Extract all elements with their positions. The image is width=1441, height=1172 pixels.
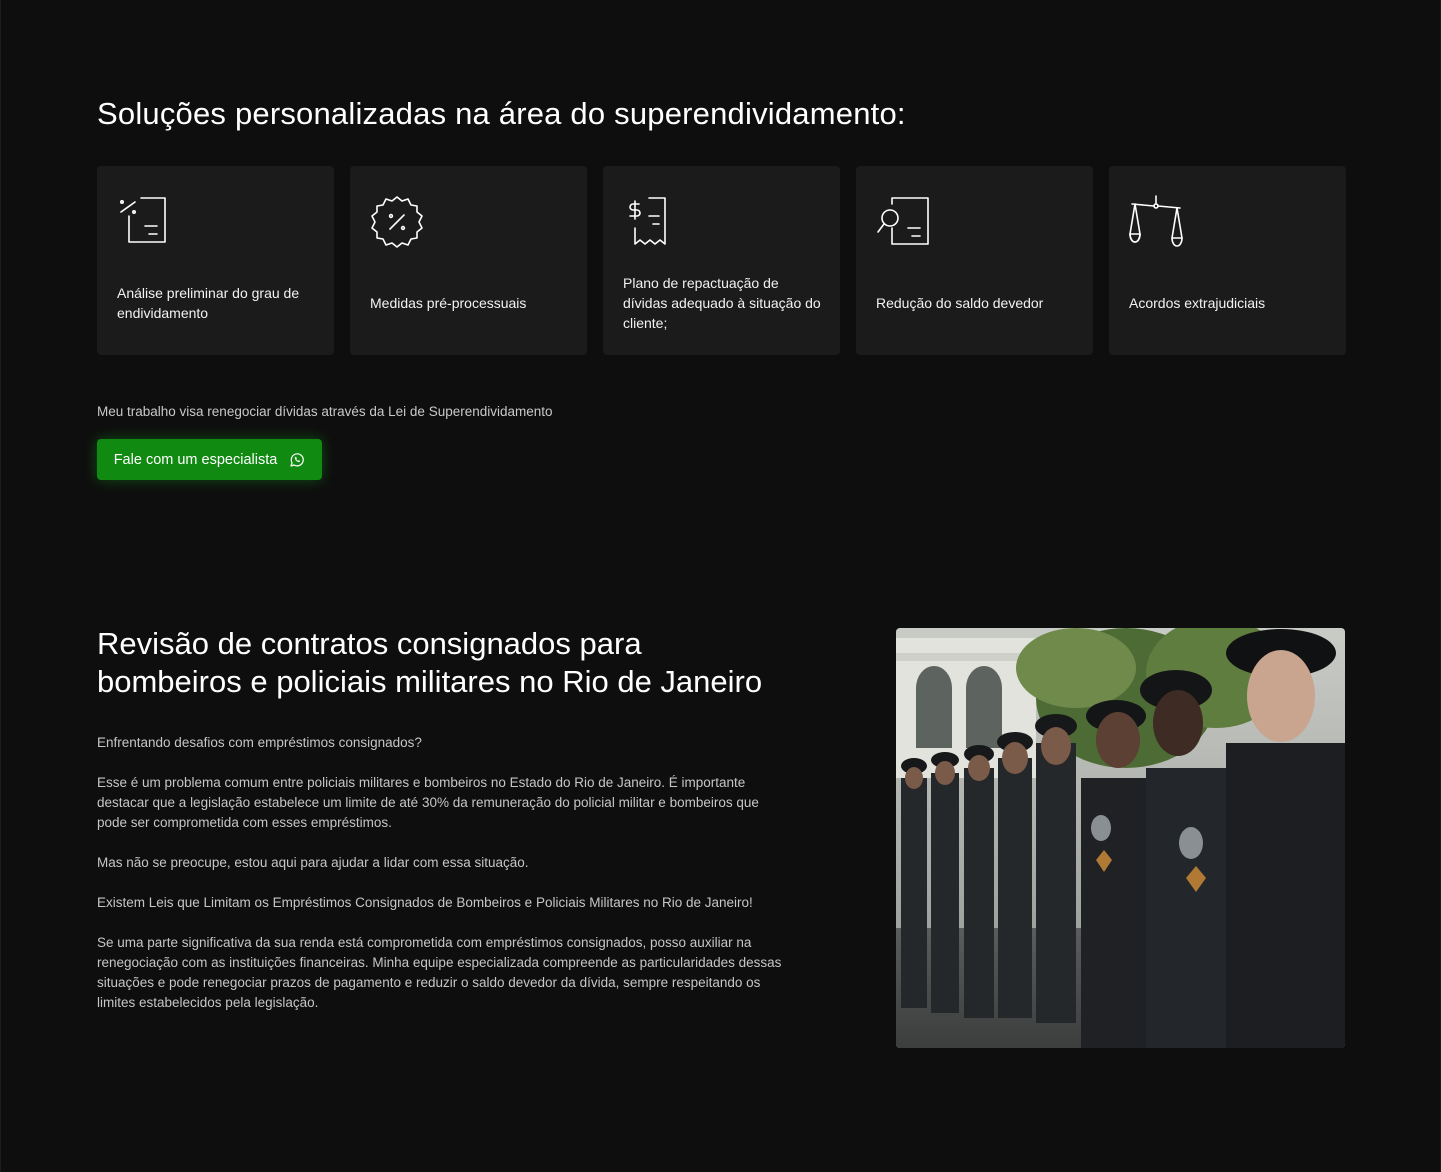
solution-card-pre-procedural: Medidas pré-processuais (350, 166, 587, 355)
paragraph: Se uma parte significativa da sua renda … (97, 935, 782, 1010)
solution-card-balance-reduction: Redução do saldo devedor (856, 166, 1093, 355)
solution-card-label: Medidas pré-processuais (370, 294, 527, 311)
solutions-cards: Análise preliminar do grau de endividame… (97, 166, 1346, 355)
solution-card-label: Análise preliminar do grau de endividame… (117, 284, 300, 321)
solutions-intro: Meu trabalho visa renegociar dívidas atr… (97, 404, 553, 419)
paragraph: Enfrentando desafios com empréstimos con… (97, 735, 422, 750)
solution-card-label: Redução do saldo devedor (876, 294, 1044, 311)
search-document-icon (874, 194, 932, 252)
solutions-title: Soluções personalizadas na área do super… (97, 96, 906, 131)
dollar-receipt-icon (621, 194, 679, 252)
military-police-photo (896, 628, 1345, 1048)
cta-label: Fale com um especialista (113, 451, 278, 468)
paragraph: Existem Leis que Limitam os Empréstimos … (97, 895, 753, 910)
talk-to-specialist-button[interactable]: Fale com um especialista (97, 439, 322, 480)
paragraph: Esse é um problema comum entre policiais… (97, 775, 759, 830)
consignados-body: Enfrentando desafios com empréstimos con… (97, 733, 787, 1033)
paragraph: Mas não se preocupe, estou aqui para aju… (97, 855, 529, 870)
consignados-title: Revisão de contratos consignados para bo… (97, 625, 877, 701)
consignados-title-line-2: bombeiros e policiais militares no Rio d… (97, 664, 763, 699)
solution-card-analysis: Análise preliminar do grau de endividame… (97, 166, 334, 355)
solution-card-label: Acordos extrajudiciais (1129, 294, 1266, 311)
percent-document-icon (115, 194, 173, 252)
solution-card-repayment-plan: Plano de repactuação de dívidas adequado… (603, 166, 840, 355)
whatsapp-icon (290, 452, 305, 467)
consignados-title-line-1: Revisão de contratos consignados para (97, 626, 642, 661)
solution-card-label: Plano de repactuação de dívidas adequado… (623, 274, 821, 331)
discount-badge-icon (368, 194, 426, 252)
scales-icon (1127, 194, 1185, 252)
solution-card-agreements: Acordos extrajudiciais (1109, 166, 1346, 355)
